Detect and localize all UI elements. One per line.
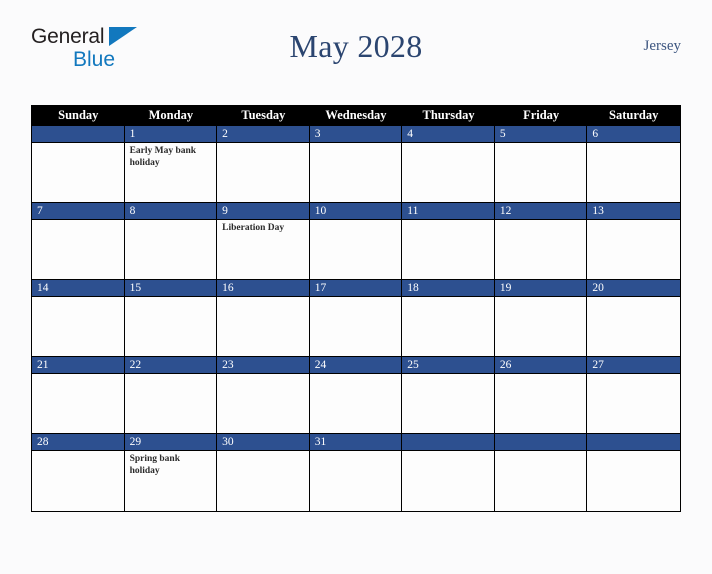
calendar-day-cell-5[interactable]: 5: [494, 126, 588, 203]
day-number: 7: [32, 203, 124, 220]
day-events: Spring bank holiday: [125, 451, 217, 477]
day-number: 6: [587, 126, 680, 143]
day-number: [587, 434, 680, 451]
calendar-day-cell-26[interactable]: 26: [494, 357, 588, 434]
day-number: 16: [217, 280, 309, 297]
calendar-day-cell-21[interactable]: 21: [32, 357, 125, 434]
day-number: 14: [32, 280, 124, 297]
day-number: 2: [217, 126, 309, 143]
calendar-day-cell-empty[interactable]: [587, 434, 680, 511]
weekday-header-wednesday: Wednesday: [325, 108, 387, 122]
calendar-page: General Blue May 2028 Jersey Sunday Monda…: [0, 24, 712, 574]
page-header: General Blue May 2028 Jersey: [31, 24, 681, 80]
calendar-day-cell-16[interactable]: 16: [217, 280, 310, 357]
day-number: [402, 434, 494, 451]
day-number: 15: [124, 280, 217, 297]
event-label: Early May bank holiday: [129, 146, 197, 168]
calendar-day-cell-15[interactable]: 15: [124, 280, 218, 357]
event-label: Spring bank holiday: [129, 454, 180, 476]
day-number: 28: [32, 434, 124, 451]
calendar-day-cell-10[interactable]: 10: [309, 203, 403, 280]
day-number: 25: [402, 357, 494, 374]
day-number: 11: [402, 203, 494, 220]
calendar-day-cell-24[interactable]: 24: [309, 357, 403, 434]
calendar-week-row: 28 29 Spring bank holiday 30 31: [32, 434, 680, 511]
calendar-day-cell-22[interactable]: 22: [124, 357, 218, 434]
day-number: [32, 126, 124, 143]
calendar-weeks: 1 Early May bank holiday 2 3 4 5 6 7 8 9 Liberatio…: [32, 126, 680, 511]
day-number: 30: [217, 434, 309, 451]
weekday-header-friday: Friday: [523, 108, 560, 122]
day-number: 29: [124, 434, 217, 451]
day-number: 1: [124, 126, 217, 143]
calendar-day-cell-23[interactable]: 23: [217, 357, 310, 434]
day-number: 9: [217, 203, 309, 220]
calendar-day-cell-31[interactable]: 31: [309, 434, 403, 511]
day-number: 20: [587, 280, 680, 297]
calendar-day-cell-27[interactable]: 27: [587, 357, 680, 434]
calendar-day-cell-6[interactable]: 6: [587, 126, 680, 203]
calendar-day-cell-29[interactable]: 29 Spring bank holiday: [124, 434, 218, 511]
day-number: 21: [32, 357, 124, 374]
day-number: 3: [309, 126, 402, 143]
weekday-header-tuesday: Tuesday: [241, 108, 286, 122]
weekday-header-monday: Monday: [148, 108, 194, 122]
weekday-header-thursday: Thursday: [422, 108, 475, 122]
day-number: 26: [494, 357, 587, 374]
event-label: Liberation Day: [222, 223, 285, 233]
day-number: 10: [309, 203, 402, 220]
calendar-day-cell-8[interactable]: 8: [124, 203, 218, 280]
calendar-day-cell-18[interactable]: 18: [402, 280, 495, 357]
calendar-week-row: 7 8 9 Liberation Day 10 11 12 13: [32, 203, 680, 280]
day-number: 22: [124, 357, 217, 374]
weekday-header-saturday: Saturday: [609, 108, 659, 122]
calendar-day-cell-empty[interactable]: [402, 434, 495, 511]
day-number: 19: [494, 280, 587, 297]
day-number: 12: [494, 203, 587, 220]
calendar-day-cell-25[interactable]: 25: [402, 357, 495, 434]
calendar-week-row: 14 15 16 17 18 19 20: [32, 280, 680, 357]
region-label: Jersey: [643, 38, 682, 54]
calendar-day-cell-11[interactable]: 11: [402, 203, 495, 280]
calendar-day-cell-14[interactable]: 14: [32, 280, 125, 357]
calendar-day-cell-28[interactable]: 28: [32, 434, 125, 511]
calendar-day-cell-12[interactable]: 12: [494, 203, 588, 280]
weekday-header-sunday: Sunday: [58, 108, 99, 122]
weekday-header-row: Sunday Monday Tuesday Wednesday Thursday Frid…: [32, 105, 680, 126]
day-number: 4: [402, 126, 494, 143]
day-number: 27: [587, 357, 680, 374]
calendar-week-row: 21 22 23 24 25 26 27: [32, 357, 680, 434]
day-number: 17: [309, 280, 402, 297]
day-number: 5: [494, 126, 587, 143]
day-number: 8: [124, 203, 217, 220]
calendar-day-cell-empty[interactable]: [494, 434, 588, 511]
calendar-day-cell-19[interactable]: 19: [494, 280, 588, 357]
calendar-day-cell-9[interactable]: 9 Liberation Day: [217, 203, 310, 280]
calendar-week-row: 1 Early May bank holiday 2 3 4 5 6: [32, 126, 680, 203]
calendar-grid: Sunday Monday Tuesday Wednesday Thursday Frid…: [31, 105, 681, 512]
day-events: Liberation Day: [217, 220, 309, 235]
calendar-day-cell-7[interactable]: 7: [32, 203, 125, 280]
calendar-day-cell-30[interactable]: 30: [217, 434, 310, 511]
day-number: 18: [402, 280, 494, 297]
calendar-day-cell-2[interactable]: 2: [217, 126, 310, 203]
day-number: 31: [309, 434, 402, 451]
day-number: [494, 434, 587, 451]
day-number: 24: [309, 357, 402, 374]
calendar-day-cell-20[interactable]: 20: [587, 280, 680, 357]
day-number: 23: [217, 357, 309, 374]
day-number: 13: [587, 203, 680, 220]
calendar-day-cell-17[interactable]: 17: [309, 280, 403, 357]
calendar-day-cell-empty[interactable]: [32, 126, 125, 203]
calendar-day-cell-13[interactable]: 13: [587, 203, 680, 280]
calendar-day-cell-4[interactable]: 4: [402, 126, 495, 203]
page-title: May 2028: [289, 28, 423, 64]
day-events: Early May bank holiday: [125, 143, 217, 169]
calendar-day-cell-1[interactable]: 1 Early May bank holiday: [124, 126, 218, 203]
calendar-day-cell-3[interactable]: 3: [309, 126, 403, 203]
